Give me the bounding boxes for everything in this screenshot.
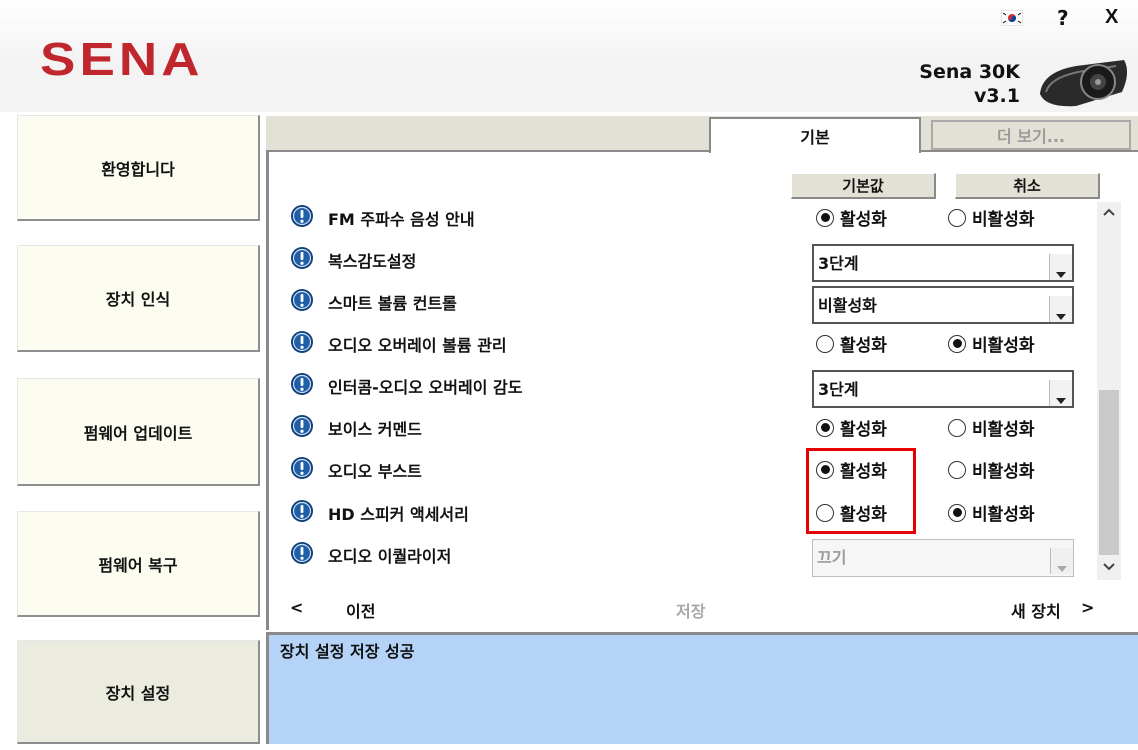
setting-dropdown[interactable]: 끄기 [812, 539, 1074, 577]
radio-circle-icon[interactable] [948, 460, 966, 479]
info-icon[interactable] [290, 456, 314, 480]
sidebar-item-firmware-recovery[interactable]: 펌웨어 복구 [17, 511, 260, 617]
scrollbar-thumb[interactable] [1099, 390, 1119, 555]
next-arrow-icon[interactable]: > [1081, 598, 1094, 617]
scroll-up-icon[interactable] [1099, 205, 1119, 219]
scroll-down-icon[interactable] [1099, 560, 1119, 574]
radio-circle-icon[interactable] [948, 334, 966, 353]
setting-label: 오디오 부스트 [328, 462, 422, 481]
radio-label: 활성화 [840, 420, 887, 440]
setting-label: 스마트 볼륨 컨트롤 [328, 294, 457, 313]
radio-circle-icon[interactable] [816, 418, 834, 437]
sidebar-item-device-detection[interactable]: 장치 인식 [17, 245, 260, 352]
prev-button[interactable]: 이전 [346, 598, 375, 622]
device-info: Sena 30K v3.1 [870, 60, 1020, 108]
disable-radio[interactable]: 비활성화 [948, 457, 1035, 482]
info-icon[interactable] [290, 414, 314, 438]
enable-radio[interactable]: 활성화 [816, 331, 887, 356]
dropdown-value: 3단계 [818, 254, 859, 273]
chevron-down-icon[interactable] [1050, 548, 1073, 574]
setting-label: 인터콤-오디오 오버레이 감도 [328, 378, 523, 397]
cancel-button[interactable]: 취소 [955, 173, 1100, 199]
highlight-box [806, 448, 916, 534]
enable-radio[interactable]: 활성화 [816, 205, 887, 230]
setting-label: FM 주파수 음성 안내 [328, 210, 475, 229]
sidebar-item-firmware-update[interactable]: 펌웨어 업데이트 [17, 378, 260, 486]
close-button[interactable]: X [1105, 6, 1118, 29]
korean-flag-icon[interactable] [1001, 10, 1023, 26]
info-icon[interactable] [290, 204, 314, 228]
setting-label: HD 스피커 액세서리 [328, 505, 469, 524]
radio-circle-icon[interactable] [816, 334, 834, 353]
info-icon[interactable] [290, 330, 314, 354]
device-version: v3.1 [973, 85, 1020, 107]
setting-label: 오디오 이퀄라이저 [328, 547, 452, 566]
disable-radio[interactable]: 비활성화 [948, 205, 1035, 230]
radio-label: 비활성화 [972, 336, 1035, 356]
sidebar-item-welcome[interactable]: 환영합니다 [17, 115, 260, 221]
info-icon[interactable] [290, 372, 314, 396]
dropdown-value: 비활성화 [818, 296, 877, 315]
radio-circle-icon[interactable] [948, 503, 966, 522]
enable-radio[interactable]: 활성화 [816, 415, 887, 440]
headset-device-icon [1040, 60, 1128, 107]
setting-dropdown[interactable]: 3단계 [812, 370, 1074, 408]
disable-radio[interactable]: 비활성화 [948, 331, 1035, 356]
disable-radio[interactable]: 비활성화 [948, 500, 1035, 525]
status-message: 장치 설정 저장 성공 [280, 642, 415, 661]
tab-basic[interactable]: 기본 [709, 117, 921, 153]
default-button[interactable]: 기본값 [791, 173, 936, 199]
info-icon[interactable] [290, 499, 314, 523]
sena-logo: SENA [40, 33, 204, 82]
prev-arrow-icon[interactable]: < [290, 598, 303, 617]
radio-circle-icon[interactable] [948, 418, 966, 437]
info-icon[interactable] [290, 288, 314, 312]
setting-dropdown[interactable]: 비활성화 [812, 286, 1074, 324]
radio-circle-icon[interactable] [816, 208, 834, 227]
setting-label: 복스감도설정 [328, 252, 417, 271]
new-device-button[interactable]: 새 장치 [1011, 598, 1061, 622]
radio-label: 비활성화 [972, 505, 1035, 525]
info-icon[interactable] [290, 246, 314, 270]
setting-label: 보이스 커멘드 [328, 420, 422, 439]
chevron-down-icon[interactable] [1049, 254, 1072, 280]
radio-label: 비활성화 [972, 420, 1035, 440]
device-model: Sena 30K [919, 61, 1020, 83]
dropdown-value: 3단계 [818, 380, 859, 399]
radio-label: 비활성화 [972, 210, 1035, 230]
setting-dropdown[interactable]: 3단계 [812, 244, 1074, 282]
radio-circle-icon[interactable] [948, 208, 966, 227]
svg-text:SENA: SENA [40, 33, 204, 82]
radio-label: 활성화 [840, 336, 887, 356]
sidebar-item-device-settings[interactable]: 장치 설정 [17, 640, 260, 744]
dropdown-value: 끄기 [817, 548, 847, 567]
tab-more[interactable]: 더 보기... [931, 120, 1131, 150]
radio-label: 활성화 [840, 210, 887, 230]
disable-radio[interactable]: 비활성화 [948, 415, 1035, 440]
save-button[interactable]: 저장 [676, 598, 705, 622]
setting-label: 오디오 오버레이 볼륨 관리 [328, 336, 507, 355]
info-icon[interactable] [290, 541, 314, 565]
radio-label: 비활성화 [972, 462, 1035, 482]
help-button[interactable]: ? [1057, 6, 1069, 30]
chevron-down-icon[interactable] [1049, 296, 1072, 322]
chevron-down-icon[interactable] [1049, 380, 1072, 406]
